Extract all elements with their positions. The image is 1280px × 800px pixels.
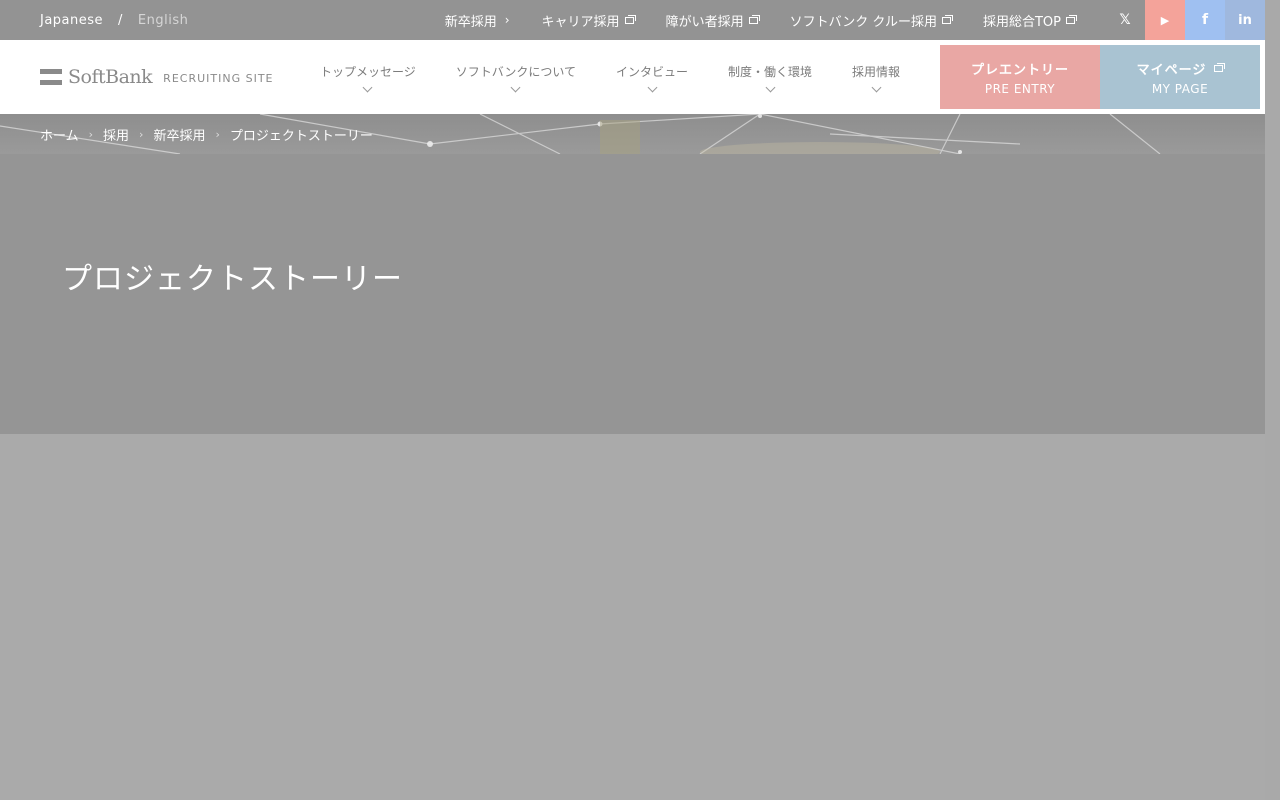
external-link-icon <box>1066 14 1077 24</box>
chevron-down-icon <box>871 82 881 93</box>
social-links: 𝕏 ▶ f in <box>1105 0 1265 40</box>
x-icon: 𝕏 <box>1119 12 1131 28</box>
nav-item-label: インタビュー <box>616 65 689 79</box>
utility-links: 新卒採用 › キャリア採用 障がい者採用 ソフトバンク クルー採用 採用総合TO… <box>413 0 1077 40</box>
chevron-down-icon <box>765 82 775 93</box>
nav-item-label: 採用情報 <box>852 65 901 79</box>
pre-entry-label: プレエントリー <box>970 62 1069 78</box>
nav-item-recruit-info[interactable]: 採用情報 <box>832 40 920 114</box>
chevron-right-icon: › <box>215 127 220 141</box>
breadcrumb-current: プロジェクトストーリー <box>229 128 373 144</box>
chevron-down-icon <box>510 82 521 93</box>
utility-bar: Japanese / English 新卒採用 › キャリア採用 障がい者採用 … <box>0 0 1265 40</box>
link-career[interactable]: キャリア採用 <box>541 11 636 30</box>
language-english[interactable]: English <box>138 13 188 28</box>
link-new-graduate-label: 新卒採用 <box>444 14 497 30</box>
link-disability[interactable]: 障がい者採用 <box>665 11 760 30</box>
nav-item-interview[interactable]: インタビュー <box>596 40 708 114</box>
softbank-logo[interactable]: SoftBank RECRUITING SITE <box>40 66 274 88</box>
logo-mark-icon <box>40 69 62 85</box>
nav-item-top-message[interactable]: トップメッセージ <box>300 40 436 114</box>
external-link-icon <box>624 14 636 24</box>
global-nav: トップメッセージ ソフトバンクについて インタビュー 制度・働く環境 採用情報 <box>300 40 920 114</box>
breadcrumb-home[interactable]: ホーム <box>40 125 79 144</box>
link-crew[interactable]: ソフトバンク クルー採用 <box>789 11 953 30</box>
logo-text: SoftBank <box>68 66 153 88</box>
linkedin-icon: in <box>1238 12 1252 28</box>
external-link-icon <box>748 14 760 24</box>
page-scrollbar[interactable] <box>1265 0 1280 800</box>
nav-item-about[interactable]: ソフトバンクについて <box>436 40 596 114</box>
mypage-sublabel: MY PAGE <box>1151 81 1209 96</box>
language-switcher: Japanese / English <box>40 0 188 40</box>
mypage-button[interactable]: マイページ MY PAGE <box>1100 45 1260 109</box>
link-crew-label: ソフトバンク クルー採用 <box>789 14 937 30</box>
nav-item-environment[interactable]: 制度・働く環境 <box>708 40 832 114</box>
pre-entry-sublabel: PRE ENTRY <box>984 81 1056 96</box>
chevron-down-icon <box>362 82 373 93</box>
chevron-down-icon <box>647 82 657 93</box>
facebook-icon: f <box>1201 12 1209 28</box>
chevron-right-icon: › <box>504 13 510 27</box>
youtube-icon: ▶ <box>1160 13 1170 27</box>
chevron-right-icon: › <box>139 127 144 141</box>
nav-item-label: ソフトバンクについて <box>455 65 577 79</box>
mypage-label-row: マイページ <box>1136 59 1226 78</box>
social-linkedin-button[interactable]: in <box>1225 0 1265 40</box>
external-link-icon <box>941 14 953 24</box>
social-youtube-button[interactable]: ▶ <box>1145 0 1185 40</box>
language-separator: / <box>118 12 123 28</box>
nav-item-label: トップメッセージ <box>320 65 416 79</box>
logo-subtitle: RECRUITING SITE <box>163 72 274 85</box>
link-recruit-top[interactable]: 採用総合TOP <box>982 11 1077 30</box>
page-hero: ホーム › 採用 › 新卒採用 › プロジェクトストーリー プロジェクトストーリ… <box>0 114 1265 434</box>
social-x-button[interactable]: 𝕏 <box>1105 0 1145 40</box>
link-disability-label: 障がい者採用 <box>665 14 744 30</box>
mypage-label: マイページ <box>1136 62 1207 78</box>
page-title: プロジェクトストーリー <box>62 262 403 297</box>
link-new-graduate[interactable]: 新卒採用 › <box>445 11 510 30</box>
external-link-icon <box>1214 62 1226 72</box>
breadcrumb: ホーム › 採用 › 新卒採用 › プロジェクトストーリー <box>40 114 373 154</box>
nav-item-label: 制度・働く環境 <box>728 65 813 79</box>
link-recruit-top-label: 採用総合TOP <box>982 14 1061 30</box>
social-facebook-button[interactable]: f <box>1185 0 1225 40</box>
language-japanese[interactable]: Japanese <box>40 13 103 28</box>
chevron-right-icon: › <box>88 127 94 141</box>
link-career-label: キャリア採用 <box>541 14 620 30</box>
pre-entry-button[interactable]: プレエントリー PRE ENTRY <box>940 45 1100 109</box>
breadcrumb-new-graduate[interactable]: 新卒採用 <box>153 125 205 144</box>
site-header: SoftBank RECRUITING SITE トップメッセージ ソフトバンク… <box>0 40 1265 114</box>
breadcrumb-recruit[interactable]: 採用 <box>103 125 129 144</box>
